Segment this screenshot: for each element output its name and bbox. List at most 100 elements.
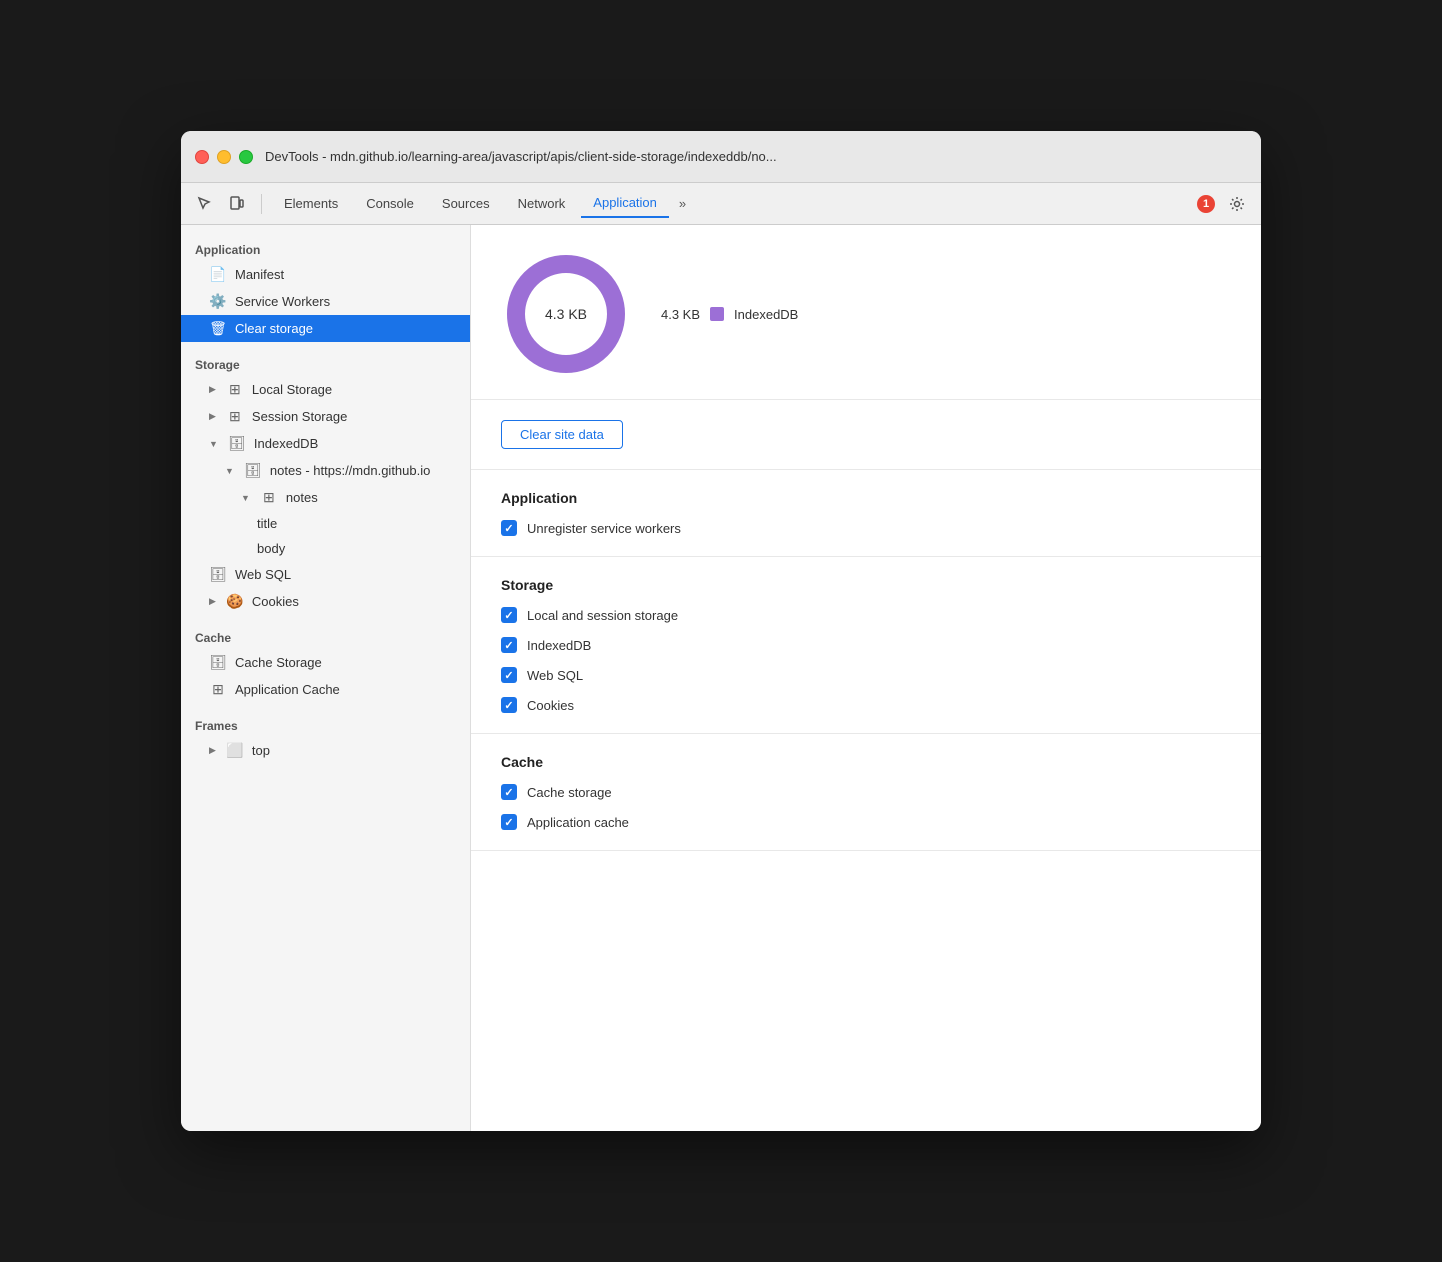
sidebar-item-app-cache[interactable]: ⊞ Application Cache xyxy=(181,676,470,703)
minimize-button[interactable] xyxy=(217,150,231,164)
local-session-storage-item[interactable]: ✓ Local and session storage xyxy=(501,607,1231,623)
indexeddb-label: IndexedDB xyxy=(527,638,591,653)
cache-storage-checkbox[interactable]: ✓ xyxy=(501,784,517,800)
cookies-item[interactable]: ✓ Cookies xyxy=(501,697,1231,713)
cache-storage-item[interactable]: ✓ Cache storage xyxy=(501,784,1231,800)
sidebar-item-indexeddb[interactable]: ▼ 🗄 IndexedDB xyxy=(181,430,470,457)
sidebar-item-notes-store[interactable]: ▼ ⊞ notes xyxy=(181,484,470,511)
sidebar: Application 📄 Manifest ⚙️ Service Worker… xyxy=(181,225,471,1131)
indexeddb-icon: 🗄 xyxy=(228,435,246,452)
app-cache-label: Application cache xyxy=(527,815,629,830)
app-cache-icon: ⊞ xyxy=(209,681,227,698)
content-area: 4.3 KB 4.3 KB IndexedDB Clear site data … xyxy=(471,225,1261,1131)
local-storage-icon: ⊞ xyxy=(226,381,244,398)
more-tabs-button[interactable]: » xyxy=(673,192,692,215)
session-storage-icon: ⊞ xyxy=(226,408,244,425)
local-session-storage-checkbox[interactable]: ✓ xyxy=(501,607,517,623)
sidebar-item-clear-storage[interactable]: 🗑 Clear storage xyxy=(181,315,470,342)
check-icon: ✓ xyxy=(504,816,513,829)
traffic-lights xyxy=(195,150,253,164)
websql-storage-label: Web SQL xyxy=(527,668,583,683)
sidebar-item-body[interactable]: body xyxy=(181,536,470,561)
cookies-checkbox[interactable]: ✓ xyxy=(501,697,517,713)
check-icon: ✓ xyxy=(504,669,513,682)
sidebar-item-service-workers[interactable]: ⚙️ Service Workers xyxy=(181,288,470,315)
sidebar-cache-label: Cache xyxy=(181,623,470,649)
trash-icon: 🗑 xyxy=(209,320,227,337)
tab-console[interactable]: Console xyxy=(354,190,426,218)
sidebar-item-websql[interactable]: 🗄 Web SQL xyxy=(181,561,470,588)
chart-legend: 4.3 KB IndexedDB xyxy=(661,307,798,322)
unregister-service-workers-label: Unregister service workers xyxy=(527,521,681,536)
inspect-icon[interactable] xyxy=(191,190,219,218)
check-icon: ✓ xyxy=(504,639,513,652)
triangle-icon: ▶ xyxy=(209,596,216,607)
storage-settings-section: Storage ✓ Local and session storage ✓ In… xyxy=(471,557,1261,734)
database-icon: 🗄 xyxy=(244,462,262,479)
triangle-icon: ▶ xyxy=(209,745,216,756)
settings-icon[interactable] xyxy=(1223,190,1251,218)
app-cache-checkbox[interactable]: ✓ xyxy=(501,814,517,830)
maximize-button[interactable] xyxy=(239,150,253,164)
triangle-icon: ▶ xyxy=(209,411,216,422)
sidebar-item-top[interactable]: ▶ ⬜ top xyxy=(181,737,470,764)
chart-section: 4.3 KB 4.3 KB IndexedDB xyxy=(471,225,1261,400)
sidebar-item-cookies[interactable]: ▶ 🍪 Cookies xyxy=(181,588,470,615)
websql-item[interactable]: ✓ Web SQL xyxy=(501,667,1231,683)
websql-checkbox[interactable]: ✓ xyxy=(501,667,517,683)
cache-storage-label: Cache storage xyxy=(527,785,612,800)
devtools-window: DevTools - mdn.github.io/learning-area/j… xyxy=(181,131,1261,1131)
gear-icon: ⚙️ xyxy=(209,293,227,310)
toolbar-divider xyxy=(261,194,262,214)
indexeddb-item[interactable]: ✓ IndexedDB xyxy=(501,637,1231,653)
sidebar-frames-label: Frames xyxy=(181,711,470,737)
triangle-icon: ▶ xyxy=(209,384,216,395)
tab-network[interactable]: Network xyxy=(506,190,578,218)
legend-value: 4.3 KB xyxy=(661,307,700,322)
manifest-icon: 📄 xyxy=(209,266,227,283)
indexeddb-checkbox[interactable]: ✓ xyxy=(501,637,517,653)
clear-section: Clear site data xyxy=(471,400,1261,470)
cache-storage-icon: 🗄 xyxy=(209,654,227,671)
sidebar-item-local-storage[interactable]: ▶ ⊞ Local Storage xyxy=(181,376,470,403)
sidebar-item-title[interactable]: title xyxy=(181,511,470,536)
table-icon: ⊞ xyxy=(260,489,278,506)
toolbar: Elements Console Sources Network Applica… xyxy=(181,183,1261,225)
local-session-storage-label: Local and session storage xyxy=(527,608,678,623)
triangle-icon: ▼ xyxy=(209,439,218,449)
sidebar-item-session-storage[interactable]: ▶ ⊞ Session Storage xyxy=(181,403,470,430)
toolbar-right: 1 xyxy=(1197,190,1251,218)
legend-color-box xyxy=(710,307,724,321)
sidebar-item-notes-db[interactable]: ▼ 🗄 notes - https://mdn.github.io xyxy=(181,457,470,484)
app-cache-item[interactable]: ✓ Application cache xyxy=(501,814,1231,830)
close-button[interactable] xyxy=(195,150,209,164)
tab-elements[interactable]: Elements xyxy=(272,190,350,218)
device-icon[interactable] xyxy=(223,190,251,218)
sidebar-item-manifest[interactable]: 📄 Manifest xyxy=(181,261,470,288)
cache-section-title: Cache xyxy=(501,754,1231,770)
window-title: DevTools - mdn.github.io/learning-area/j… xyxy=(265,149,1247,164)
application-section-title: Application xyxy=(501,490,1231,506)
cache-settings-section: Cache ✓ Cache storage ✓ Application cach… xyxy=(471,734,1261,851)
error-badge: 1 xyxy=(1197,195,1215,213)
unregister-service-workers-item[interactable]: ✓ Unregister service workers xyxy=(501,520,1231,536)
clear-site-data-button[interactable]: Clear site data xyxy=(501,420,623,449)
triangle-icon: ▼ xyxy=(241,493,250,503)
sidebar-item-cache-storage[interactable]: 🗄 Cache Storage xyxy=(181,649,470,676)
legend-item: 4.3 KB IndexedDB xyxy=(661,307,798,322)
legend-label: IndexedDB xyxy=(734,307,798,322)
application-settings-section: Application ✓ Unregister service workers xyxy=(471,470,1261,557)
cookie-icon: 🍪 xyxy=(226,593,244,610)
frame-icon: ⬜ xyxy=(226,742,244,759)
sidebar-application-label: Application xyxy=(181,235,470,261)
titlebar: DevTools - mdn.github.io/learning-area/j… xyxy=(181,131,1261,183)
triangle-icon: ▼ xyxy=(225,466,234,476)
unregister-service-workers-checkbox[interactable]: ✓ xyxy=(501,520,517,536)
check-icon: ✓ xyxy=(504,786,513,799)
main-layout: Application 📄 Manifest ⚙️ Service Worker… xyxy=(181,225,1261,1131)
check-icon: ✓ xyxy=(504,609,513,622)
tab-sources[interactable]: Sources xyxy=(430,190,502,218)
tab-application[interactable]: Application xyxy=(581,190,669,218)
donut-center-label: 4.3 KB xyxy=(545,306,587,322)
websql-icon: 🗄 xyxy=(209,566,227,583)
